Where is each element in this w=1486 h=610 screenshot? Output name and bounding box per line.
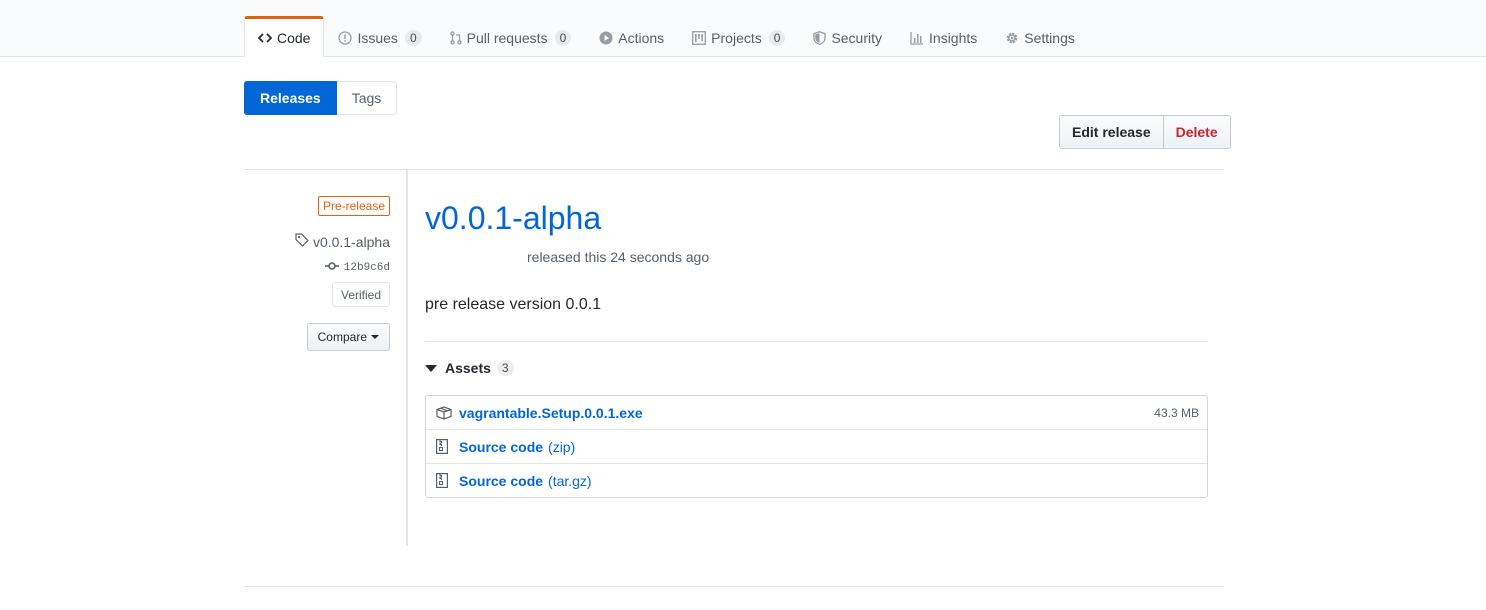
- repo-tabs: Code Issues 0 Pull requests 0 Actions Pr…: [244, 16, 1089, 58]
- tab-label: Code: [277, 30, 311, 46]
- tab-label: Actions: [618, 29, 665, 46]
- edit-release-button[interactable]: Edit release: [1059, 115, 1164, 149]
- tab-pull-requests[interactable]: Pull requests 0: [436, 16, 586, 57]
- compare-label: Compare: [317, 330, 367, 344]
- tab-label: Pull requests: [466, 29, 548, 46]
- releases-subnav: Releases Tags: [244, 81, 398, 115]
- releases-tab[interactable]: Releases: [244, 81, 337, 115]
- tab-label: Security: [831, 29, 883, 46]
- tags-tab[interactable]: Tags: [336, 81, 398, 115]
- file-zip-icon: [436, 439, 452, 454]
- asset-download-link[interactable]: vagrantable.Setup.0.0.1.exe: [459, 405, 643, 421]
- list-item: vagrantable.Setup.0.0.1.exe 43.3 MB: [426, 396, 1207, 430]
- assets-list: vagrantable.Setup.0.0.1.exe 43.3 MB Sour…: [425, 395, 1208, 498]
- triangle-down-icon: [425, 364, 437, 372]
- commit-sha: 12b9c6d: [343, 262, 390, 274]
- assets-label: Assets: [445, 360, 491, 376]
- pull-requests-counter: 0: [554, 29, 572, 46]
- release-commit[interactable]: 12b9c6d: [324, 261, 390, 275]
- tab-label: Settings: [1024, 29, 1075, 46]
- release-title[interactable]: v0.0.1-alpha: [425, 200, 601, 237]
- issue-icon: [338, 30, 353, 45]
- compare-button[interactable]: Compare: [306, 323, 390, 351]
- tab-settings[interactable]: Settings: [991, 16, 1089, 57]
- divider: [425, 341, 1208, 342]
- repo-nav: Code Issues 0 Pull requests 0 Actions Pr…: [0, 0, 1486, 58]
- pull-request-icon: [449, 30, 462, 45]
- assets-counter: 3: [496, 360, 514, 376]
- tab-code[interactable]: Code: [244, 16, 325, 58]
- release-description: pre release version 0.0.1: [425, 296, 602, 313]
- prerelease-badge: Pre-release: [317, 196, 390, 216]
- tag-icon: [295, 233, 309, 250]
- package-icon: [436, 405, 452, 420]
- tab-issues[interactable]: Issues 0: [324, 16, 435, 57]
- tab-label: Insights: [929, 29, 978, 46]
- code-icon: [258, 31, 272, 45]
- tab-insights[interactable]: Insights: [896, 16, 991, 57]
- source-targz-link[interactable]: Source code: [459, 473, 543, 489]
- file-zip-icon: [436, 473, 452, 488]
- shield-icon: [813, 30, 827, 45]
- asset-size: 43.3 MB: [1154, 405, 1199, 420]
- tab-projects[interactable]: Projects 0: [678, 16, 799, 57]
- tab-label: Issues: [357, 29, 398, 46]
- source-zip-link[interactable]: Source code: [459, 439, 543, 455]
- play-icon: [599, 31, 613, 45]
- release-tag-label: v0.0.1-alpha: [312, 233, 390, 250]
- source-zip-suffix[interactable]: (zip): [548, 439, 575, 455]
- verified-badge[interactable]: Verified: [331, 282, 390, 307]
- delete-release-button[interactable]: Delete: [1163, 115, 1231, 149]
- source-targz-suffix[interactable]: (tar.gz): [548, 473, 592, 489]
- assets-toggle[interactable]: Assets 3: [425, 360, 514, 376]
- tab-security[interactable]: Security: [799, 16, 896, 57]
- commit-icon: [324, 261, 339, 275]
- issues-counter: 0: [404, 29, 422, 46]
- release-meta: Pre-release v0.0.1-alpha 12b9c6d Verifie…: [244, 170, 408, 546]
- divider: [244, 586, 1224, 587]
- project-icon: [692, 30, 707, 45]
- release-byline: released this 24 seconds ago: [527, 249, 710, 265]
- list-item: Source code (tar.gz): [426, 464, 1207, 497]
- tab-label: Projects: [711, 29, 762, 46]
- gear-icon: [1005, 31, 1019, 45]
- projects-counter: 0: [768, 29, 786, 46]
- caret-down-icon: [371, 335, 379, 339]
- tab-actions[interactable]: Actions: [585, 16, 678, 57]
- release-tag[interactable]: v0.0.1-alpha: [295, 233, 390, 250]
- release-actions: Edit release Delete: [1059, 115, 1231, 149]
- list-item: Source code (zip): [426, 430, 1207, 464]
- graph-icon: [910, 31, 924, 45]
